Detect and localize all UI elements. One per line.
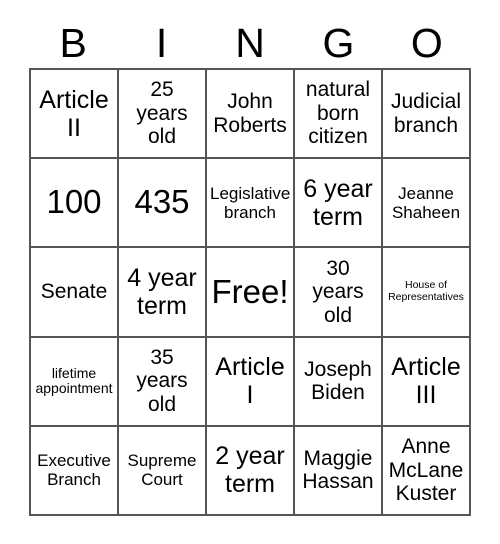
bingo-cell-r5c3[interactable]: 2 year term: [207, 426, 295, 516]
bingo-cell-label: Executive Branch: [37, 451, 111, 490]
bingo-cell-label: 25 years old: [136, 78, 188, 149]
bingo-header-letter-i: I: [155, 19, 168, 66]
bingo-header-letter-o: O: [410, 19, 443, 66]
bingo-cell-r1c4[interactable]: natural born citizen: [295, 70, 383, 160]
bingo-cell-r5c5[interactable]: Anne McLane Kuster: [383, 426, 471, 516]
bingo-cell-r2c2[interactable]: 435: [119, 159, 207, 249]
bingo-cell-label: 35 years old: [136, 345, 188, 416]
bingo-cell-label: 30 years old: [312, 256, 364, 327]
bingo-cell-label: natural born citizen: [305, 78, 371, 149]
bingo-cell-r3c1[interactable]: Senate: [31, 248, 119, 338]
bingo-cell-label: Supreme Court: [127, 451, 197, 490]
bingo-cell-r2c3[interactable]: Legislative branch: [207, 159, 295, 249]
bingo-cell-label: Free!: [211, 272, 289, 310]
bingo-header-letter-g: G: [322, 19, 355, 66]
bingo-cell-r2c5[interactable]: Jeanne Shaheen: [383, 159, 471, 249]
bingo-header-row: B I N G O: [29, 18, 471, 68]
bingo-cell-r3c5[interactable]: House of Representatives: [383, 248, 471, 338]
bingo-cell-label: lifetime appointment: [35, 364, 113, 397]
bingo-cell-label: Article II: [39, 85, 109, 142]
bingo-cell-label: Jeanne Shaheen: [391, 183, 461, 222]
bingo-cell-label: Judicial branch: [390, 90, 462, 137]
bingo-cell-label: Joseph Biden: [304, 357, 372, 405]
bingo-cell-r2c4[interactable]: 6 year term: [295, 159, 383, 249]
bingo-cell-label: Article I: [215, 353, 285, 410]
bingo-cell-label: 435: [134, 183, 190, 221]
bingo-cell-r4c3[interactable]: Article I: [207, 337, 295, 427]
bingo-card: B I N G O Article II 25 years old John Rob…: [0, 0, 500, 544]
bingo-cell-r1c2[interactable]: 25 years old: [119, 70, 207, 160]
bingo-cell-label: 2 year term: [215, 442, 285, 499]
bingo-cell-label: 100: [46, 183, 102, 221]
bingo-cell-r4c5[interactable]: Article III: [383, 337, 471, 427]
bingo-cell-r4c4[interactable]: Joseph Biden: [295, 337, 383, 427]
bingo-cell-r1c5[interactable]: Judicial branch: [383, 70, 471, 160]
bingo-header-letter-n: N: [235, 19, 265, 66]
bingo-cell-label: House of Representatives: [388, 279, 464, 303]
bingo-cell-label: Maggie Hassan: [302, 446, 374, 494]
bingo-cell-label: 4 year term: [127, 263, 197, 320]
bingo-cell-r3c4[interactable]: 30 years old: [295, 248, 383, 338]
bingo-cell-r5c2[interactable]: Supreme Court: [119, 426, 207, 516]
bingo-cell-r3c3[interactable]: Free!: [207, 248, 295, 338]
bingo-cell-r2c1[interactable]: 100: [31, 159, 119, 249]
bingo-cell-r1c3[interactable]: John Roberts: [207, 70, 295, 160]
bingo-cell-label: Anne McLane Kuster: [388, 435, 464, 506]
bingo-cell-label: Legislative branch: [210, 183, 291, 222]
bingo-cell-r5c1[interactable]: Executive Branch: [31, 426, 119, 516]
bingo-cell-r3c2[interactable]: 4 year term: [119, 248, 207, 338]
bingo-cell-label: 6 year term: [303, 174, 373, 231]
bingo-cell-label: Senate: [40, 280, 108, 304]
bingo-cell-r4c1[interactable]: lifetime appointment: [31, 337, 119, 427]
bingo-cell-label: John Roberts: [213, 90, 287, 137]
bingo-header-letter-b: B: [59, 19, 87, 66]
bingo-cell-r1c1[interactable]: Article II: [31, 70, 119, 160]
bingo-cell-r4c2[interactable]: 35 years old: [119, 337, 207, 427]
bingo-cell-label: Article III: [391, 353, 461, 410]
bingo-cell-r5c4[interactable]: Maggie Hassan: [295, 426, 383, 516]
bingo-grid: Article II 25 years old John Roberts natura…: [29, 68, 471, 516]
